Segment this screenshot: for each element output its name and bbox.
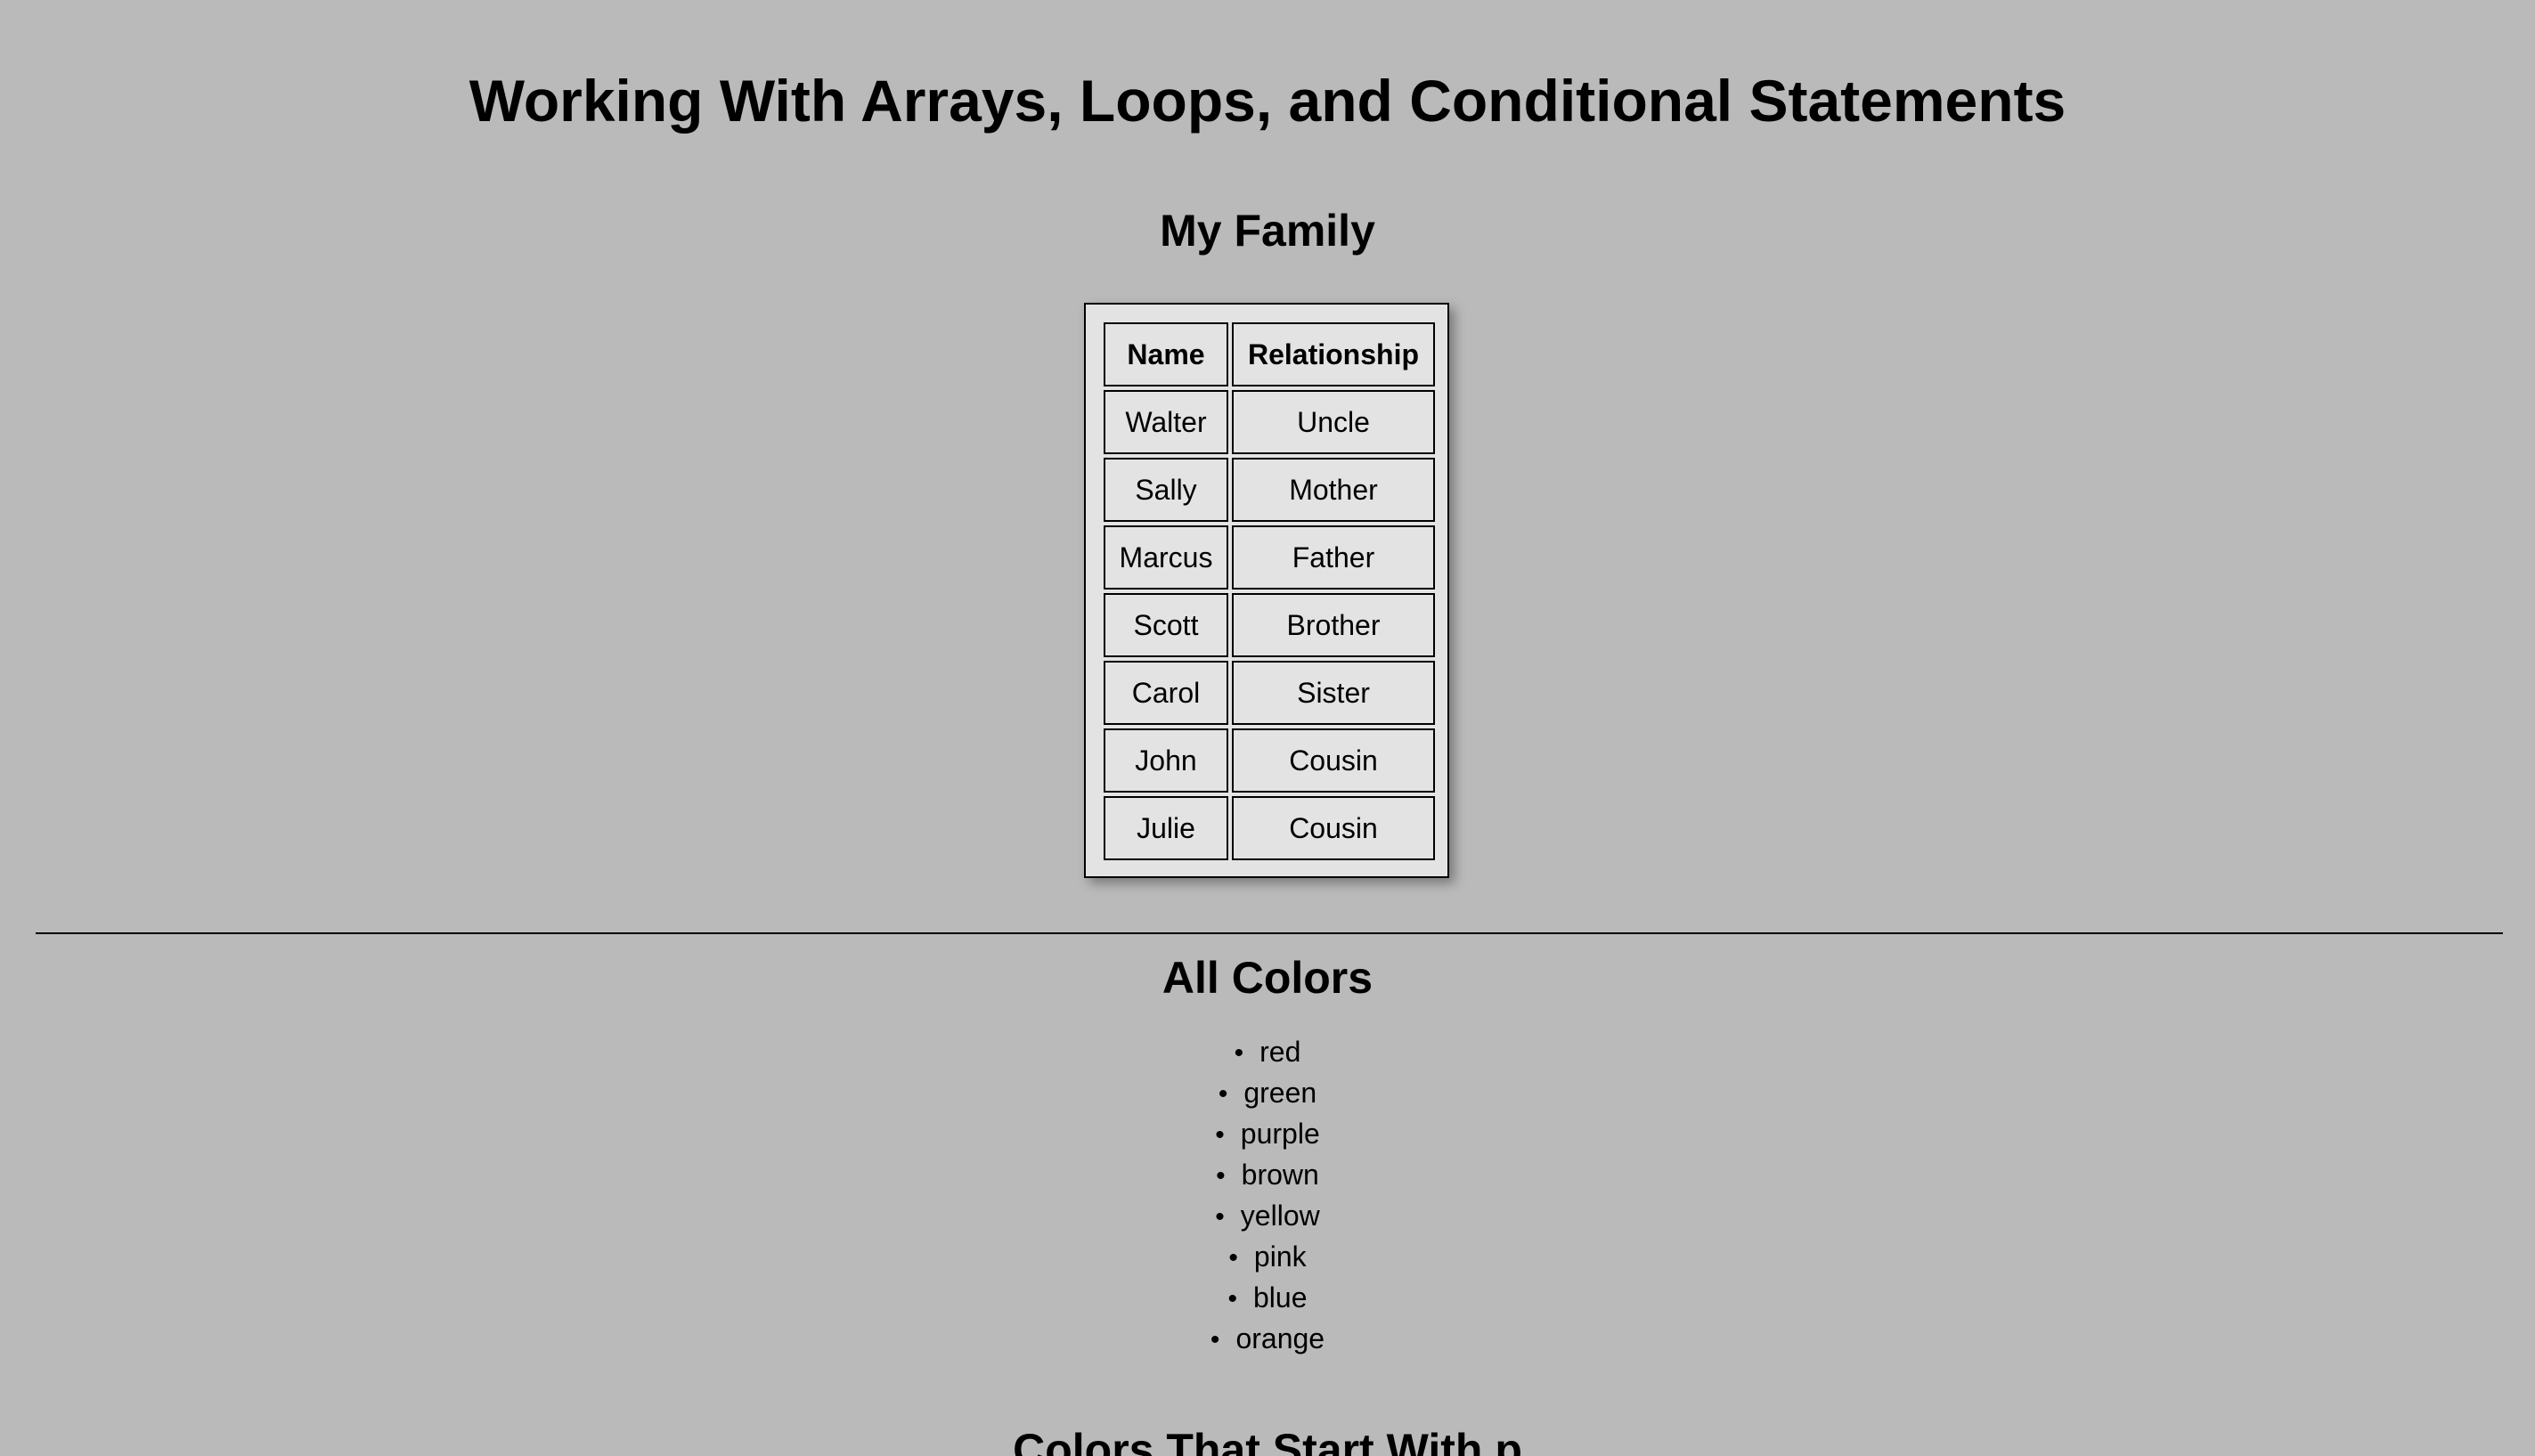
bullet-icon: • (1227, 1284, 1237, 1314)
all-colors-heading: All Colors (1162, 953, 1373, 1003)
list-item: • blue (0, 1277, 2535, 1318)
table-row: John Cousin (1104, 728, 1435, 793)
family-table: Name Relationship Walter Uncle Sally Mot… (1100, 319, 1439, 864)
color-label: yellow (1240, 1200, 1320, 1232)
list-item: • brown (0, 1154, 2535, 1195)
color-label: pink (1253, 1240, 1307, 1273)
relationship-cell: Brother (1232, 593, 1435, 657)
p-colors-heading: Colors That Start With p (1013, 1425, 1522, 1456)
color-label: brown (1241, 1159, 1319, 1191)
table-row: Sally Mother (1104, 458, 1435, 522)
relationship-cell: Uncle (1232, 390, 1435, 454)
family-table-container: Name Relationship Walter Uncle Sally Mot… (1084, 303, 1449, 878)
color-label: purple (1240, 1118, 1320, 1150)
table-row: Scott Brother (1104, 593, 1435, 657)
bullet-icon: • (1215, 1202, 1225, 1232)
list-item: • purple (0, 1113, 2535, 1154)
family-heading: My Family (1160, 206, 1375, 256)
list-item: • orange (0, 1318, 2535, 1359)
bullet-icon: • (1218, 1079, 1228, 1109)
name-cell: Carol (1104, 661, 1228, 725)
table-header-row: Name Relationship (1104, 322, 1435, 386)
list-item: • red (0, 1031, 2535, 1072)
list-item: • pink (0, 1236, 2535, 1277)
name-cell: Sally (1104, 458, 1228, 522)
bullet-icon: • (1228, 1243, 1238, 1273)
table-row: Julie Cousin (1104, 796, 1435, 860)
name-cell: Marcus (1104, 525, 1228, 590)
table-row: Marcus Father (1104, 525, 1435, 590)
bullet-icon: • (1210, 1325, 1220, 1354)
list-item: • yellow (0, 1195, 2535, 1236)
name-cell: Walter (1104, 390, 1228, 454)
name-cell: Scott (1104, 593, 1228, 657)
page: Working With Arrays, Loops, and Conditio… (0, 0, 2535, 1456)
page-title: Working With Arrays, Loops, and Conditio… (469, 68, 2066, 134)
section-divider (36, 932, 2503, 934)
table-row: Carol Sister (1104, 661, 1435, 725)
bullet-icon: • (1234, 1038, 1244, 1068)
all-colors-list: • red • green • purple • brown • yellow • pink… (0, 1031, 2535, 1359)
list-item: • green (0, 1072, 2535, 1113)
table-row: Walter Uncle (1104, 390, 1435, 454)
color-label: orange (1235, 1322, 1325, 1354)
column-header-relationship: Relationship (1232, 322, 1435, 386)
bullet-icon: • (1215, 1120, 1225, 1150)
name-cell: John (1104, 728, 1228, 793)
bullet-icon: • (1216, 1161, 1226, 1191)
relationship-cell: Mother (1232, 458, 1435, 522)
relationship-cell: Cousin (1232, 796, 1435, 860)
relationship-cell: Cousin (1232, 728, 1435, 793)
color-label: green (1243, 1077, 1317, 1109)
column-header-name: Name (1104, 322, 1228, 386)
relationship-cell: Sister (1232, 661, 1435, 725)
relationship-cell: Father (1232, 525, 1435, 590)
name-cell: Julie (1104, 796, 1228, 860)
color-label: red (1259, 1036, 1301, 1068)
color-label: blue (1253, 1281, 1308, 1314)
